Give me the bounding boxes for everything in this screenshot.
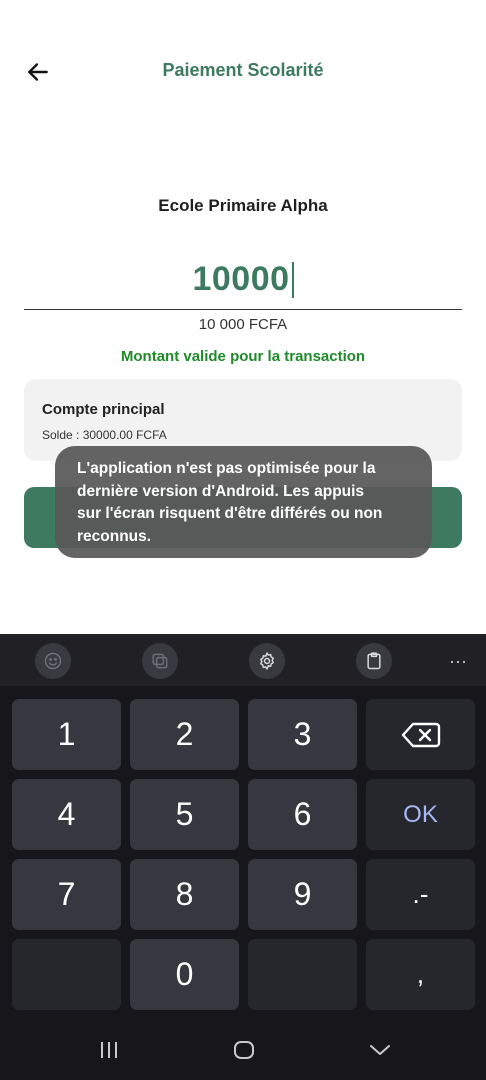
toast-line: dernière version d'Android. Les appuis [77, 482, 365, 500]
amount-value: 10000 [192, 260, 290, 298]
amount-input[interactable]: 10000 [24, 250, 462, 310]
chevron-down-icon [370, 1045, 390, 1055]
clipboard-button[interactable] [356, 643, 392, 679]
stickers-button[interactable] [142, 643, 178, 679]
key-1[interactable]: 1 [12, 699, 121, 770]
key-8[interactable]: 8 [130, 859, 239, 930]
backspace-key[interactable] [366, 699, 475, 770]
emoji-button[interactable] [35, 643, 71, 679]
ok-key[interactable]: OK [366, 779, 475, 850]
toast-line: sur l'écran risquent d'être différés ou … [77, 505, 383, 522]
recents-icon [101, 1042, 117, 1058]
keyboard-toolbar: ··· [0, 634, 486, 686]
empty-key [248, 939, 357, 1010]
compatibility-toast: L'application n'est pas optimisée pour l… [55, 446, 432, 558]
numeric-keyboard: ··· 1 2 3 4 5 6 OK 7 8 9 .- 0 , [0, 634, 486, 1080]
validation-message: Montant valide pour la transaction [120, 348, 366, 365]
key-2[interactable]: 2 [130, 699, 239, 770]
backspace-icon [401, 722, 440, 747]
settings-button[interactable] [249, 643, 285, 679]
comma-key[interactable]: , [366, 939, 475, 1010]
stickers-icon [152, 653, 168, 669]
key-7[interactable]: 7 [12, 859, 121, 930]
formatted-amount: 10 000 FCFA [198, 316, 288, 333]
account-name: Compte principal [42, 401, 165, 418]
key-3[interactable]: 3 [248, 699, 357, 770]
home-button[interactable] [224, 1036, 264, 1064]
key-5[interactable]: 5 [130, 779, 239, 850]
empty-key [12, 939, 121, 1010]
emoji-icon [44, 652, 62, 670]
hide-keyboard-button[interactable] [360, 1036, 400, 1064]
home-icon [234, 1041, 254, 1059]
toast-line: L'application n'est pas optimisée pour l… [77, 460, 376, 477]
text-cursor [291, 261, 294, 298]
recents-button[interactable] [89, 1036, 129, 1064]
more-icon[interactable]: ··· [440, 643, 476, 679]
key-6[interactable]: 6 [248, 779, 357, 850]
app-bar: Paiement Scolarité [0, 0, 486, 140]
dot-minus-key[interactable]: .- [366, 859, 475, 930]
settings-icon [260, 652, 274, 670]
toast-line: reconnus. [77, 527, 152, 545]
clipboard-icon [367, 652, 381, 670]
page-title: Paiement Scolarité [162, 60, 324, 80]
account-balance: Solde : 30000.00 FCFA [42, 428, 167, 442]
key-9[interactable]: 9 [248, 859, 357, 930]
system-nav-bar [0, 1018, 486, 1080]
school-name: Ecole Primaire Alpha [158, 196, 328, 215]
key-4[interactable]: 4 [12, 779, 121, 850]
key-0[interactable]: 0 [130, 939, 239, 1010]
